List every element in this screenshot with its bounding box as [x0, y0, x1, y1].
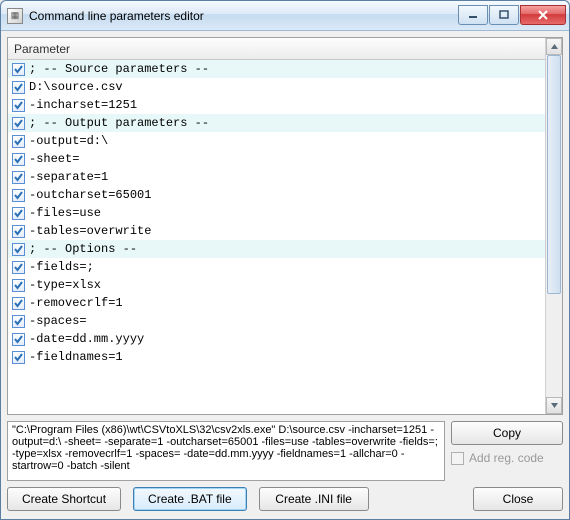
row-text: -tables=overwrite: [29, 224, 151, 238]
parameter-row[interactable]: -incharset=1251: [8, 96, 545, 114]
command-line-text[interactable]: [7, 421, 445, 481]
side-column: Copy Add reg. code: [451, 421, 563, 481]
row-checkbox[interactable]: [12, 63, 25, 76]
row-checkbox[interactable]: [12, 99, 25, 112]
parameter-row[interactable]: -removecrlf=1: [8, 294, 545, 312]
row-text: -files=use: [29, 206, 101, 220]
add-reg-code-option: Add reg. code: [451, 451, 563, 465]
row-text: ; -- Options --: [29, 242, 137, 256]
create-shortcut-button[interactable]: Create Shortcut: [7, 487, 121, 511]
row-text: -outcharset=65001: [29, 188, 151, 202]
create-ini-button[interactable]: Create .INI file: [259, 487, 369, 511]
row-checkbox[interactable]: [12, 153, 25, 166]
parameter-row[interactable]: -separate=1: [8, 168, 545, 186]
row-checkbox[interactable]: [12, 81, 25, 94]
row-text: -fields=;: [29, 260, 94, 274]
parameter-row[interactable]: D:\source.csv: [8, 78, 545, 96]
close-button[interactable]: Close: [473, 487, 563, 511]
parameter-row[interactable]: -tables=overwrite: [8, 222, 545, 240]
client-area: Parameter ; -- Source parameters -- D:\so…: [1, 31, 569, 519]
bottom-button-row: Create Shortcut Create .BAT file Create …: [7, 487, 563, 511]
row-text: -separate=1: [29, 170, 108, 184]
middle-row: Copy Add reg. code: [7, 421, 563, 481]
parameter-list[interactable]: Parameter ; -- Source parameters -- D:\so…: [7, 37, 563, 415]
row-text: D:\source.csv: [29, 80, 123, 94]
column-header-label: Parameter: [14, 42, 70, 56]
row-checkbox[interactable]: [12, 189, 25, 202]
parameter-row[interactable]: -type=xlsx: [8, 276, 545, 294]
row-checkbox[interactable]: [12, 243, 25, 256]
add-reg-code-label: Add reg. code: [469, 451, 544, 465]
scrollbar-thumb[interactable]: [547, 55, 561, 294]
row-checkbox[interactable]: [12, 261, 25, 274]
row-checkbox[interactable]: [12, 351, 25, 364]
row-text: -removecrlf=1: [29, 296, 123, 310]
parameter-row[interactable]: -fieldnames=1: [8, 348, 545, 366]
row-checkbox[interactable]: [12, 117, 25, 130]
parameter-row[interactable]: -spaces=: [8, 312, 545, 330]
parameter-row[interactable]: -date=dd.mm.yyyy: [8, 330, 545, 348]
row-checkbox[interactable]: [12, 333, 25, 346]
parameter-row[interactable]: -files=use: [8, 204, 545, 222]
scrollbar-down-button[interactable]: [546, 397, 562, 414]
row-checkbox[interactable]: [12, 297, 25, 310]
row-text: -spaces=: [29, 314, 87, 328]
titlebar[interactable]: ▦ Command line parameters editor: [1, 1, 569, 31]
column-header[interactable]: Parameter: [8, 38, 545, 60]
row-text: -incharset=1251: [29, 98, 137, 112]
parameter-row[interactable]: -outcharset=65001: [8, 186, 545, 204]
parameter-row[interactable]: -sheet=: [8, 150, 545, 168]
row-checkbox[interactable]: [12, 225, 25, 238]
row-text: -output=d:\: [29, 134, 108, 148]
minimize-button[interactable]: [458, 5, 488, 25]
row-text: -sheet=: [29, 152, 79, 166]
window-controls: [458, 6, 567, 25]
app-window: ▦ Command line parameters editor Paramet…: [0, 0, 570, 520]
add-reg-code-checkbox: [451, 452, 464, 465]
row-text: ; -- Output parameters --: [29, 116, 209, 130]
vertical-scrollbar[interactable]: [545, 38, 562, 414]
row-checkbox[interactable]: [12, 315, 25, 328]
app-icon: ▦: [7, 8, 23, 24]
row-text: -type=xlsx: [29, 278, 101, 292]
row-checkbox[interactable]: [12, 135, 25, 148]
parameter-row[interactable]: ; -- Output parameters --: [8, 114, 545, 132]
row-text: -fieldnames=1: [29, 350, 123, 364]
row-checkbox[interactable]: [12, 279, 25, 292]
row-text: ; -- Source parameters --: [29, 62, 209, 76]
create-bat-button[interactable]: Create .BAT file: [133, 487, 247, 511]
window-title: Command line parameters editor: [29, 9, 458, 23]
copy-button[interactable]: Copy: [451, 421, 563, 445]
scrollbar-up-button[interactable]: [546, 38, 562, 55]
parameter-rows: ; -- Source parameters -- D:\source.csv -i…: [8, 60, 545, 414]
row-checkbox[interactable]: [12, 171, 25, 184]
maximize-button[interactable]: [489, 5, 519, 25]
row-text: -date=dd.mm.yyyy: [29, 332, 144, 346]
parameter-row[interactable]: -fields=;: [8, 258, 545, 276]
parameter-row[interactable]: ; -- Source parameters --: [8, 60, 545, 78]
row-checkbox[interactable]: [12, 207, 25, 220]
scrollbar-track[interactable]: [546, 55, 562, 397]
close-window-button[interactable]: [520, 5, 566, 25]
parameter-row[interactable]: ; -- Options --: [8, 240, 545, 258]
parameter-row[interactable]: -output=d:\: [8, 132, 545, 150]
